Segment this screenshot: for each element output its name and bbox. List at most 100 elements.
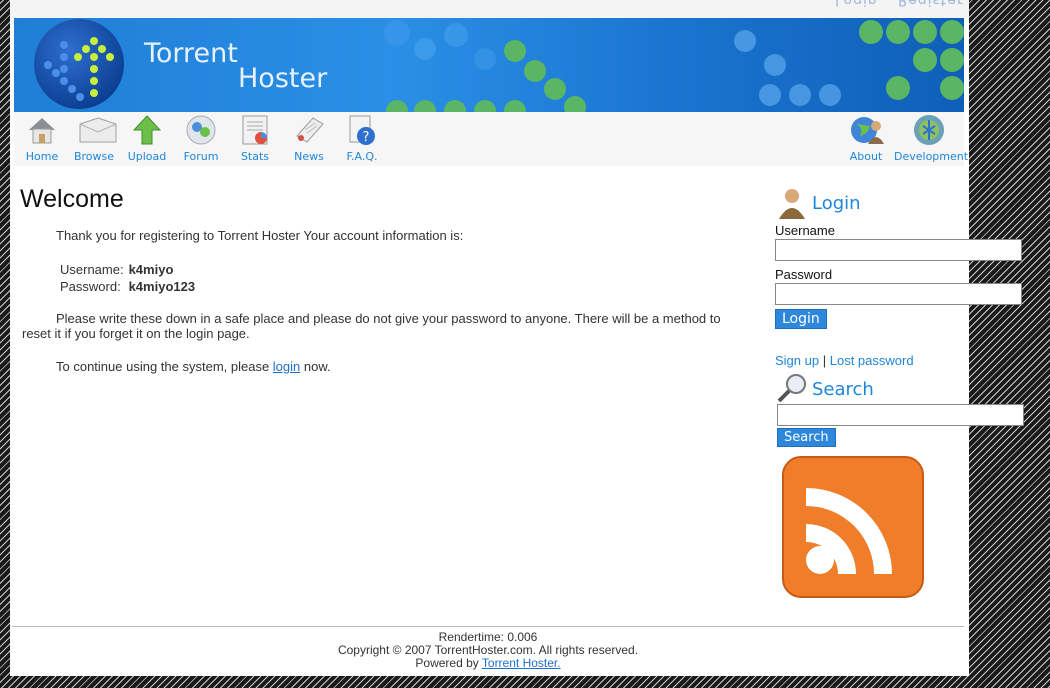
decor-bubble — [414, 38, 436, 60]
links-separator: | — [822, 353, 827, 368]
decor-bubble — [859, 20, 883, 44]
powered-prefix: Powered by — [415, 656, 482, 670]
account-password-label: Password: — [60, 279, 121, 294]
browse-icon — [78, 114, 117, 146]
login-button[interactable]: Login — [775, 309, 827, 329]
login-link[interactable]: login — [273, 359, 300, 374]
nav-stats[interactable]: Stats — [227, 114, 283, 163]
decor-bubble — [474, 48, 496, 70]
development-icon — [913, 114, 945, 146]
decor-bubble — [504, 40, 526, 62]
nav-home[interactable]: Home — [14, 114, 70, 163]
signup-link[interactable]: Sign up — [775, 353, 819, 368]
page: Login Register Torrent Hoster Home Brows… — [10, 0, 1024, 676]
search-input[interactable] — [777, 404, 1024, 426]
password-input[interactable] — [775, 283, 1022, 305]
decor-bubble — [764, 54, 786, 76]
faq-icon: ? — [346, 114, 378, 146]
nav-stats-label: Stats — [240, 150, 270, 163]
registration-intro: Thank you for registering to Torrent Hos… — [56, 228, 464, 243]
username-input[interactable] — [775, 239, 1022, 261]
account-username-label: Username: — [60, 262, 124, 277]
nav-development[interactable]: Development — [894, 114, 969, 163]
decor-bubble — [414, 100, 436, 112]
account-password-value: k4miyo123 — [128, 279, 196, 294]
nav-faq-label: F.A.Q. — [346, 150, 378, 163]
nav-about-label: About — [849, 150, 883, 163]
site-title-line2: Hoster — [238, 63, 328, 94]
ghost-login-text: Login — [835, 0, 878, 8]
decor-bubble — [384, 20, 410, 46]
decor-bubble — [940, 20, 964, 44]
nav-forum-label: Forum — [183, 150, 219, 163]
decor-bubble — [544, 78, 566, 100]
decor-bubble — [444, 23, 468, 47]
powered-by: Powered by Torrent Hoster. — [12, 657, 964, 670]
decor-bubble — [913, 20, 937, 44]
ghost-register-text: Register — [898, 0, 964, 8]
safety-notice: Please write these down in a safe place … — [22, 311, 721, 341]
nav-forum[interactable]: Forum — [173, 114, 229, 163]
nav-upload[interactable]: Upload — [119, 114, 175, 163]
magnifier-icon — [777, 374, 806, 403]
decor-bubble — [564, 96, 586, 112]
nav-browse[interactable]: Browse — [66, 114, 122, 163]
rss-feed-icon[interactable] — [782, 456, 924, 598]
decor-bubble — [886, 20, 910, 44]
account-username-row: Username: k4miyo — [58, 261, 197, 278]
svg-text:?: ? — [363, 130, 370, 145]
decor-bubble — [524, 60, 546, 82]
news-icon — [293, 114, 325, 146]
decor-bubble — [913, 48, 937, 72]
login-heading: Login — [775, 185, 1035, 219]
decor-bubble — [940, 76, 964, 100]
username-label: Username — [775, 223, 835, 238]
stats-icon — [239, 114, 271, 146]
forum-icon — [185, 114, 217, 146]
decor-bubble — [789, 84, 811, 106]
decor-bubble — [474, 100, 496, 112]
decor-bubble — [504, 100, 526, 112]
header-banner: Torrent Hoster — [14, 18, 964, 112]
password-label: Password — [775, 267, 833, 282]
footer: Rendertime: 0.006 Copyright © 2007 Torre… — [12, 626, 964, 670]
decor-bubble — [819, 84, 841, 106]
account-password-row: Password: k4miyo123 — [58, 278, 197, 295]
main-nav: Home Browse Upload Forum Stats News ? F.… — [14, 112, 969, 166]
home-icon — [26, 114, 58, 146]
account-info-table: Username: k4miyo Password: k4miyo123 — [58, 261, 197, 295]
nav-home-label: Home — [25, 150, 59, 163]
login-heading-text: Login — [812, 193, 861, 214]
nav-news[interactable]: News — [281, 114, 337, 163]
page-title: Welcome — [20, 185, 124, 213]
search-heading: Search — [775, 372, 1035, 404]
nav-faq[interactable]: ? F.A.Q. — [334, 114, 390, 163]
torrent-hoster-logo — [34, 19, 124, 109]
nav-development-label: Development — [894, 150, 969, 163]
account-username-value: k4miyo — [128, 262, 174, 277]
decor-bubble — [759, 84, 781, 106]
upload-icon — [131, 114, 163, 146]
nav-news-label: News — [294, 150, 324, 163]
lost-password-link[interactable]: Lost password — [830, 353, 914, 368]
decor-bubble — [886, 76, 910, 100]
user-icon — [779, 189, 805, 219]
decor-bubble — [734, 30, 756, 52]
continue-message: To continue using the system, please log… — [22, 359, 750, 374]
nav-upload-label: Upload — [127, 150, 167, 163]
continue-prefix: To continue using the system, please — [56, 359, 273, 374]
logo-arrow-icon — [44, 37, 114, 101]
main-content: Welcome Thank you for registering to Tor… — [20, 185, 750, 392]
continue-suffix: now. — [300, 359, 331, 374]
site-title-line1: Torrent — [144, 38, 238, 69]
nav-about[interactable]: About — [838, 114, 894, 163]
decor-bubble — [386, 100, 408, 112]
account-links: Sign up | Lost password — [775, 353, 1035, 368]
search-button[interactable]: Search — [777, 428, 836, 447]
nav-browse-label: Browse — [73, 150, 115, 163]
decor-bubble — [444, 100, 466, 112]
top-strip: Login Register — [10, 0, 969, 18]
decor-bubble — [940, 48, 964, 72]
torrent-hoster-link[interactable]: Torrent Hoster. — [482, 656, 561, 670]
sidebar: Login Username Password Login Sign up | … — [775, 185, 1035, 598]
